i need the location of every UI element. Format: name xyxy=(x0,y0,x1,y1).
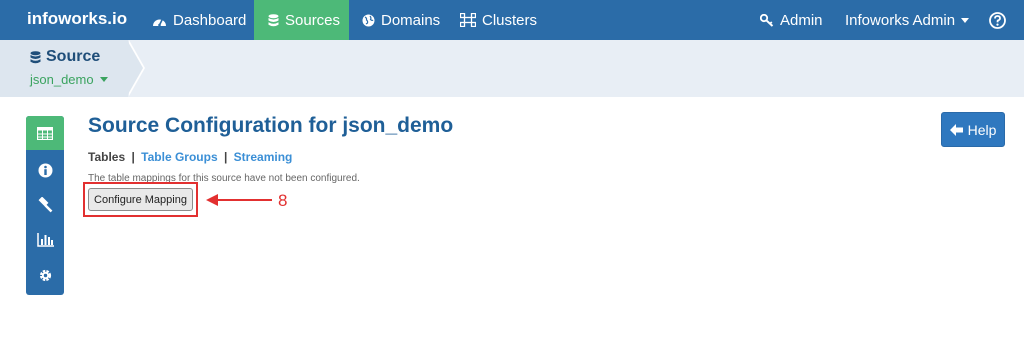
chevron-down-icon xyxy=(961,17,970,23)
tab-tables[interactable]: Tables xyxy=(88,150,125,164)
side-icon-rail xyxy=(26,116,64,295)
nav-clusters-label: Clusters xyxy=(482,11,538,29)
subheader-band xyxy=(0,40,1024,97)
nav-admin-label: Admin xyxy=(780,11,823,29)
configure-mapping-button[interactable]: Configure Mapping xyxy=(88,188,193,211)
hammer-icon xyxy=(38,197,53,213)
arrow-left-icon xyxy=(949,123,963,136)
tab-separator: | xyxy=(223,150,228,164)
rail-item-metrics[interactable] xyxy=(26,223,64,257)
nav-sources[interactable]: Sources xyxy=(254,0,349,40)
database-icon xyxy=(30,50,41,63)
tab-streaming[interactable]: Streaming xyxy=(234,150,293,164)
annotation-arrow-icon xyxy=(206,194,272,206)
source-selector[interactable]: json_demo xyxy=(30,72,108,87)
database-icon xyxy=(268,13,279,26)
nav-domains-label: Domains xyxy=(381,11,441,29)
bar-chart-icon xyxy=(36,233,54,247)
rail-item-tables[interactable] xyxy=(26,116,64,150)
info-icon xyxy=(38,163,52,177)
tab-table-groups[interactable]: Table Groups xyxy=(141,150,217,164)
annotation-number: 8 xyxy=(278,191,288,210)
top-navbar: infoworks.io Dashboard Sources Domains C… xyxy=(0,0,1024,40)
tab-separator: | xyxy=(131,150,135,164)
help-button[interactable]: Help xyxy=(941,112,1005,147)
globe-icon xyxy=(362,14,375,26)
rail-item-settings[interactable] xyxy=(26,258,64,292)
nav-admin[interactable]: Admin xyxy=(760,0,823,40)
breadcrumb-arrow xyxy=(127,40,143,96)
table-icon xyxy=(37,126,53,140)
nav-dashboard[interactable]: Dashboard xyxy=(152,0,246,40)
rail-item-tools[interactable] xyxy=(26,188,64,222)
gear-icon xyxy=(39,269,51,281)
user-menu[interactable]: Infoworks Admin xyxy=(845,0,970,40)
source-selector-value: json_demo xyxy=(30,72,94,87)
brand-logo[interactable]: infoworks.io xyxy=(27,9,127,29)
nav-dashboard-label: Dashboard xyxy=(173,11,247,29)
user-menu-label: Infoworks Admin xyxy=(845,11,956,29)
cluster-icon xyxy=(460,13,476,27)
help-nav-button[interactable] xyxy=(989,0,1012,40)
source-heading: Source xyxy=(30,48,100,66)
dashboard-icon xyxy=(153,18,166,26)
key-icon xyxy=(760,13,774,27)
page-title: Source Configuration for json_demo xyxy=(88,114,454,137)
nav-clusters[interactable]: Clusters xyxy=(460,0,537,40)
config-tabs: Tables | Table Groups | Streaming xyxy=(88,150,292,164)
help-button-label: Help xyxy=(967,121,997,138)
chevron-down-icon xyxy=(99,77,108,82)
question-circle-icon xyxy=(989,11,1006,29)
nav-sources-label: Sources xyxy=(285,11,341,29)
source-heading-label: Source xyxy=(46,48,101,65)
nav-domains[interactable]: Domains xyxy=(362,0,440,40)
rail-item-info[interactable] xyxy=(26,153,64,187)
